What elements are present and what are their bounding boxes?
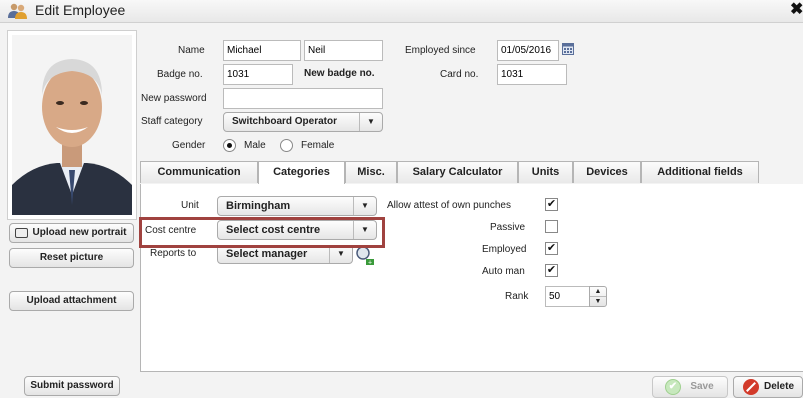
- rank-stepper[interactable]: ▲ ▼: [589, 286, 607, 307]
- rank-label: Rank: [505, 291, 529, 302]
- reports-to-value: Select manager: [226, 248, 308, 260]
- employed-since-input[interactable]: [497, 40, 559, 61]
- camera-icon: [15, 228, 28, 238]
- unit-value: Birmingham: [226, 200, 291, 212]
- chevron-down-icon: ▼: [353, 221, 376, 239]
- save-label: Save: [690, 381, 714, 392]
- gender-male-label: Male: [244, 140, 266, 151]
- tab-additional-fields[interactable]: Additional fields: [641, 161, 759, 183]
- gender-female-radio[interactable]: [280, 139, 293, 152]
- chevron-down-icon: ▼: [359, 113, 382, 131]
- allow-attest-label: Allow attest of own punches: [387, 200, 511, 211]
- delete-label: Delete: [763, 381, 794, 392]
- svg-text:+: +: [368, 260, 372, 266]
- tab-bar: Communication Categories Misc. Salary Ca…: [140, 161, 803, 185]
- calendar-icon[interactable]: [562, 43, 574, 55]
- window-title: Edit Employee: [35, 2, 126, 18]
- gender-female-label: Female: [301, 140, 335, 151]
- card-label: Card no.: [440, 69, 479, 80]
- stepper-up-icon[interactable]: ▲: [590, 287, 606, 297]
- employed-label: Employed: [482, 244, 527, 255]
- new-password-input[interactable]: [223, 88, 383, 109]
- auto-man-checkbox[interactable]: ✔: [545, 264, 558, 277]
- tab-categories[interactable]: Categories: [258, 161, 345, 185]
- gender-male-radio[interactable]: [223, 139, 236, 152]
- tab-communication[interactable]: Communication: [140, 161, 258, 183]
- cost-centre-label: Cost centre: [145, 225, 197, 236]
- passive-checkbox[interactable]: [545, 220, 558, 233]
- last-name-input[interactable]: [304, 40, 383, 61]
- stepper-down-icon[interactable]: ▼: [590, 297, 606, 306]
- staff-category-select[interactable]: Switchboard Operator ▼: [223, 112, 383, 132]
- rank-input[interactable]: [545, 286, 590, 307]
- chevron-down-icon: ▼: [353, 197, 376, 215]
- first-name-input[interactable]: [223, 40, 301, 61]
- delete-icon: [743, 379, 759, 395]
- new-badge-link[interactable]: New badge no.: [304, 68, 375, 79]
- staff-category-label: Staff category: [141, 116, 203, 127]
- submit-password-button[interactable]: Submit password: [24, 376, 120, 396]
- upload-attachment-button[interactable]: Upload attachment: [9, 291, 134, 311]
- checkmark-icon: ✔: [665, 379, 681, 395]
- card-input[interactable]: [497, 64, 567, 85]
- employee-portrait: [7, 30, 137, 220]
- employed-checkbox[interactable]: ✔: [545, 242, 558, 255]
- manager-search-icon[interactable]: +: [355, 245, 375, 267]
- tab-misc[interactable]: Misc.: [345, 161, 397, 183]
- tab-devices[interactable]: Devices: [573, 161, 641, 183]
- gender-label: Gender: [172, 140, 206, 151]
- badge-label: Badge no.: [157, 69, 203, 80]
- allow-attest-checkbox[interactable]: ✔: [545, 198, 558, 211]
- staff-category-value: Switchboard Operator: [232, 116, 338, 127]
- unit-select[interactable]: Birmingham ▼: [217, 196, 377, 216]
- passive-label: Passive: [490, 222, 526, 233]
- auto-man-label: Auto man: [482, 266, 525, 277]
- upload-portrait-button[interactable]: Upload new portrait: [9, 223, 134, 243]
- cost-centre-select[interactable]: Select cost centre ▼: [217, 220, 377, 240]
- tab-units[interactable]: Units: [518, 161, 573, 183]
- new-password-label: New password: [141, 93, 207, 104]
- unit-label: Unit: [181, 200, 199, 211]
- employed-since-label: Employed since: [405, 45, 476, 56]
- upload-portrait-label: Upload new portrait: [32, 227, 127, 238]
- name-label: Name: [178, 45, 205, 56]
- users-icon: [7, 2, 29, 20]
- tab-salary-calculator[interactable]: Salary Calculator: [397, 161, 518, 183]
- cost-centre-value: Select cost centre: [226, 224, 321, 236]
- reports-to-label: Reports to: [150, 248, 197, 259]
- reset-picture-button[interactable]: Reset picture: [9, 248, 134, 268]
- badge-input[interactable]: [223, 64, 293, 85]
- close-icon[interactable]: ✖: [790, 0, 803, 19]
